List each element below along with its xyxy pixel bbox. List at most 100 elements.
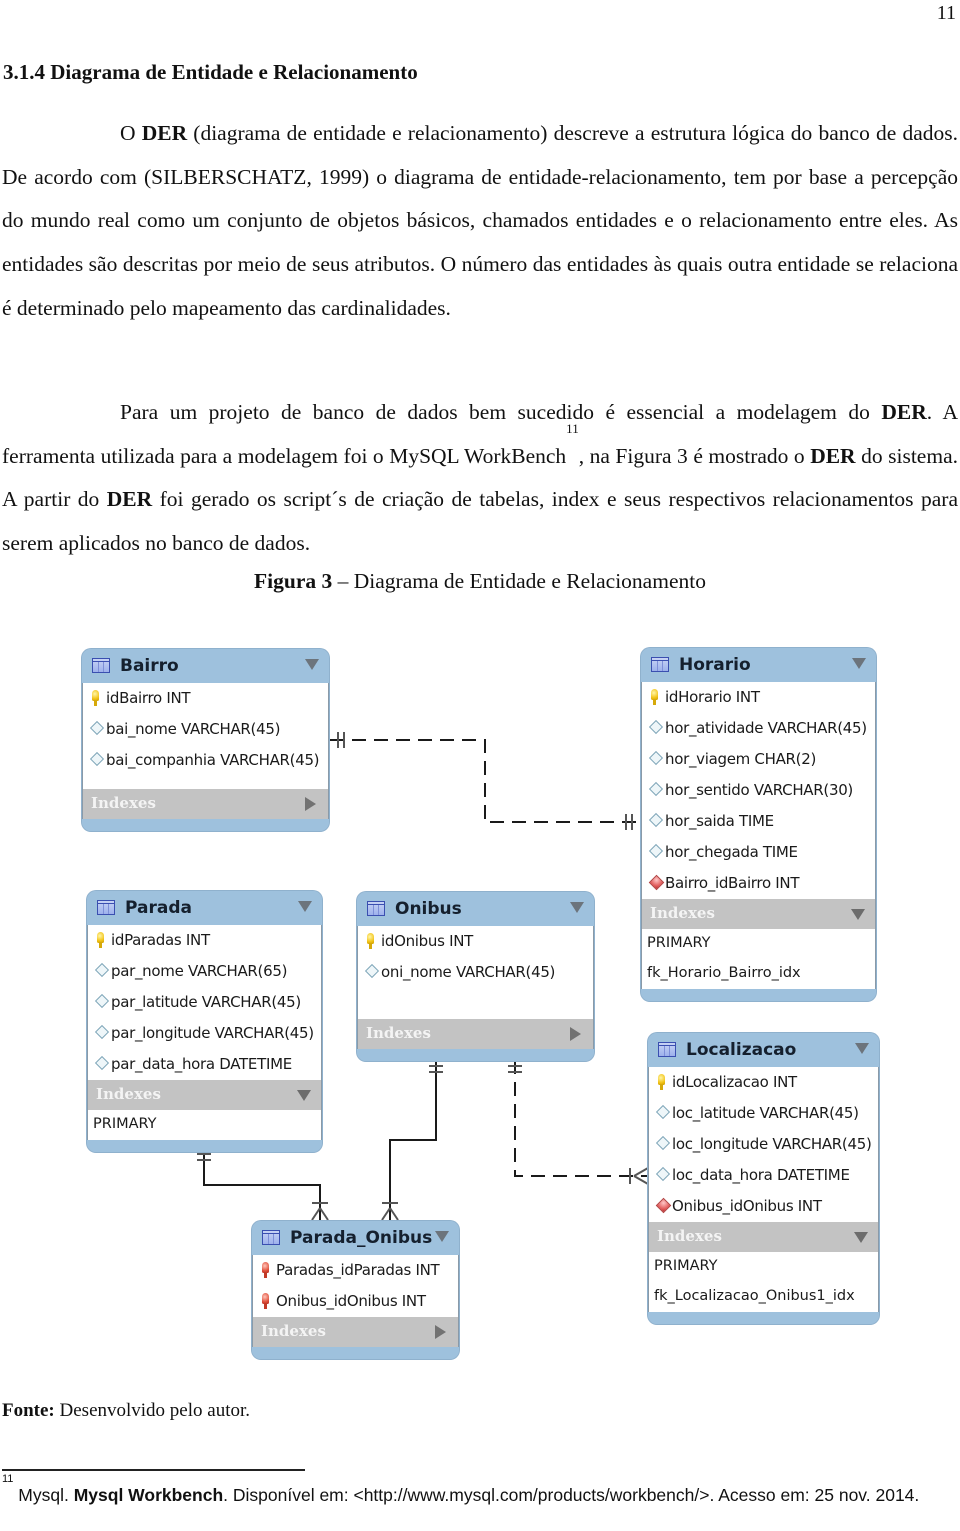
column-icon <box>94 962 110 978</box>
column-row[interactable]: idParadas INT <box>88 925 321 956</box>
column-icon <box>655 1135 671 1151</box>
figure-label: Figura 3 <box>254 569 333 593</box>
table-header[interactable]: Parada <box>87 891 322 925</box>
column-row[interactable]: par_longitude VARCHAR(45) <box>88 1018 321 1049</box>
column-row[interactable]: Onibus_idOnibus INT <box>253 1286 458 1317</box>
relationship-onibus-localizacao <box>514 1060 648 1177</box>
column-row[interactable]: Onibus_idOnibus INT <box>649 1191 878 1222</box>
indexes-section[interactable]: Indexes <box>641 899 876 929</box>
column-row[interactable]: loc_data_hora DATETIME <box>649 1160 878 1191</box>
expand-arrow-icon[interactable] <box>570 1027 581 1041</box>
table-name: Onibus <box>395 899 462 919</box>
figure-caption: Figura 3 – Diagrama de Entidade e Relaci… <box>0 569 960 594</box>
column-row[interactable]: par_latitude VARCHAR(45) <box>88 987 321 1018</box>
index-row[interactable]: fk_Localizacao_Onibus1_idx <box>649 1282 878 1312</box>
table-icon <box>97 900 115 915</box>
column-row[interactable]: par_nome VARCHAR(65) <box>88 956 321 987</box>
table-onibus[interactable]: Onibus idOnibus INT oni_nome VARCHAR(45)… <box>357 892 594 1061</box>
collapse-arrow-icon[interactable] <box>855 1043 869 1054</box>
table-parada[interactable]: Parada idParadas INT par_nome VARCHAR(65… <box>87 891 322 1152</box>
collapse-arrow-icon[interactable] <box>435 1231 449 1242</box>
column-text: hor_atividade VARCHAR(45) <box>665 719 867 737</box>
footnote-divider <box>2 1469 305 1471</box>
table-name: Bairro <box>120 656 179 676</box>
collapse-arrow-icon[interactable] <box>305 659 319 670</box>
footnote-text: . Disponível em: <http://www.mysql.com/p… <box>223 1485 920 1505</box>
footnote-ref[interactable]: 11 <box>566 421 579 436</box>
index-row[interactable]: PRIMARY <box>642 929 875 959</box>
column-row[interactable]: idOnibus INT <box>358 926 593 957</box>
column-row[interactable]: hor_chegada TIME <box>642 837 875 868</box>
indexes-section[interactable]: Indexes <box>357 1019 594 1049</box>
column-row[interactable]: idHorario INT <box>642 682 875 713</box>
column-row[interactable]: Bairro_idBairro INT <box>642 868 875 899</box>
column-row[interactable]: loc_latitude VARCHAR(45) <box>649 1098 878 1129</box>
table-bairro[interactable]: Bairro idBairro INT bai_nome VARCHAR(45)… <box>82 649 329 831</box>
relationship-onibus-paradaonibus <box>389 1060 437 1220</box>
column-row[interactable]: hor_atividade VARCHAR(45) <box>642 713 875 744</box>
column-row[interactable]: idBairro INT <box>83 683 328 714</box>
indexes-section[interactable]: Indexes <box>252 1317 459 1347</box>
column-row[interactable]: hor_sentido VARCHAR(30) <box>642 775 875 806</box>
table-horario[interactable]: Horario idHorario INT hor_atividade VARC… <box>641 648 876 1001</box>
footnote-text: Mysql. <box>13 1485 74 1505</box>
column-icon <box>648 719 664 735</box>
column-row[interactable]: par_data_hora DATETIME <box>88 1049 321 1080</box>
column-row[interactable]: hor_viagem CHAR(2) <box>642 744 875 775</box>
table-header[interactable]: Bairro <box>82 649 329 683</box>
indexes-label: Indexes <box>657 1227 722 1245</box>
bold-term: DER <box>810 443 856 468</box>
column-icon <box>94 1055 110 1071</box>
paragraph-der-definition: O DER (diagrama de entidade e relacionam… <box>2 112 958 331</box>
column-icon <box>94 1024 110 1040</box>
footnote-title: Mysql Workbench <box>73 1485 224 1505</box>
column-icon <box>89 751 105 767</box>
column-row[interactable]: bai_nome VARCHAR(45) <box>83 714 328 745</box>
column-row[interactable]: loc_longitude VARCHAR(45) <box>649 1129 878 1160</box>
collapse-arrow-icon[interactable] <box>570 902 584 913</box>
table-name: Parada <box>125 898 192 918</box>
table-header[interactable]: Localizacao <box>648 1033 879 1067</box>
primary-key-icon <box>97 932 104 948</box>
primary-key-icon <box>658 1074 665 1090</box>
table-parada-onibus[interactable]: Parada_Onibus Paradas_idParadas INT Onib… <box>252 1221 459 1359</box>
column-row[interactable]: idLocalizacao INT <box>649 1067 878 1098</box>
table-name: Localizacao <box>686 1040 797 1060</box>
index-name: fk_Localizacao_Onibus1_idx <box>654 1288 855 1304</box>
collapse-arrow-icon[interactable] <box>298 901 312 912</box>
table-icon <box>651 657 669 672</box>
bold-term: DER <box>881 400 927 424</box>
column-row[interactable]: hor_saida TIME <box>642 806 875 837</box>
table-footer <box>252 1347 459 1359</box>
index-name: fk_Horario_Bairro_idx <box>647 965 801 981</box>
er-diagram: Bairro idBairro INT bai_nome VARCHAR(45)… <box>0 640 960 1370</box>
expand-arrow-icon[interactable] <box>305 797 316 811</box>
table-icon <box>92 658 110 673</box>
collapse-arrow-icon[interactable] <box>854 1232 868 1243</box>
index-row[interactable]: PRIMARY <box>649 1252 878 1282</box>
indexes-section[interactable]: Indexes <box>82 789 329 819</box>
indexes-section[interactable]: Indexes <box>648 1222 879 1252</box>
collapse-arrow-icon[interactable] <box>297 1090 311 1101</box>
collapse-arrow-icon[interactable] <box>852 658 866 669</box>
table-localizacao[interactable]: Localizacao idLocalizacao INT loc_latitu… <box>648 1033 879 1324</box>
column-icon <box>89 720 105 736</box>
index-row[interactable]: fk_Horario_Bairro_idx <box>642 959 875 989</box>
column-icon <box>94 993 110 1009</box>
column-text: Paradas_idParadas INT <box>276 1261 440 1279</box>
column-row[interactable]: oni_nome VARCHAR(45) <box>358 957 593 988</box>
index-row[interactable]: PRIMARY <box>88 1110 321 1140</box>
table-header[interactable]: Onibus <box>357 892 594 926</box>
expand-arrow-icon[interactable] <box>435 1325 446 1339</box>
indexes-section[interactable]: Indexes <box>87 1080 322 1110</box>
table-header[interactable]: Horario <box>641 648 876 682</box>
table-icon <box>262 1230 280 1245</box>
column-text: par_data_hora DATETIME <box>111 1055 292 1073</box>
page-number: 11 <box>936 2 956 24</box>
column-row[interactable]: bai_companhia VARCHAR(45) <box>83 745 328 776</box>
column-row[interactable]: Paradas_idParadas INT <box>253 1255 458 1286</box>
table-footer <box>641 989 876 1001</box>
table-header[interactable]: Parada_Onibus <box>252 1221 459 1255</box>
collapse-arrow-icon[interactable] <box>851 909 865 920</box>
table-footer <box>357 1049 594 1061</box>
